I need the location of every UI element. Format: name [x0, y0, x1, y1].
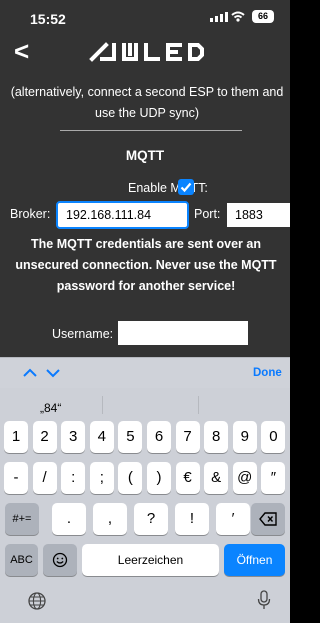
- abc-key[interactable]: ABC: [5, 544, 38, 576]
- done-button[interactable]: Done: [253, 367, 282, 379]
- punctuation-key[interactable]: ,: [93, 503, 127, 535]
- digit-key[interactable]: 4: [89, 421, 114, 453]
- symbol-key[interactable]: /: [32, 462, 57, 494]
- chevron-up-icon[interactable]: [21, 364, 39, 382]
- port-input[interactable]: 1883: [227, 203, 290, 227]
- symbols-key[interactable]: #+=: [5, 503, 39, 535]
- enable-mqtt-label: Enable MQTT:: [128, 181, 208, 195]
- port-label: Port:: [194, 207, 221, 221]
- open-key[interactable]: Öffnen: [224, 544, 285, 576]
- symbol-key[interactable]: -: [4, 462, 28, 494]
- broker-input[interactable]: 192.168.111.84: [56, 201, 189, 229]
- emoji-icon: [52, 552, 68, 568]
- signal-icon: [210, 12, 228, 22]
- status-time: 15:52: [30, 11, 66, 27]
- checkmark-icon: [180, 182, 192, 193]
- back-button[interactable]: <: [14, 38, 29, 64]
- keyboard: „84“ 1234567890 - /:;() € & @ ″ #+= .,?! ′ ABC…: [0, 388, 290, 623]
- keyboard-accessory-bar: Done: [0, 357, 290, 389]
- status-bar: 15:52 66: [0, 0, 290, 34]
- digit-key[interactable]: 6: [147, 421, 171, 453]
- digit-key[interactable]: 7: [175, 421, 200, 453]
- battery-indicator: 66: [252, 10, 274, 23]
- broker-label: Broker:: [10, 207, 51, 221]
- username-label: Username:: [52, 327, 114, 341]
- suggestion-divider: [102, 396, 103, 414]
- mqtt-warning: The MQTT credentials are sent over an un…: [15, 237, 277, 293]
- suggestion-item[interactable]: „84“: [40, 401, 61, 415]
- digit-key[interactable]: 9: [232, 421, 257, 453]
- symbol-key[interactable]: (: [118, 462, 143, 494]
- udp-sync-note: (alternatively, connect a second ESP to …: [10, 85, 284, 120]
- digit-key[interactable]: 8: [204, 421, 229, 453]
- settings-content: (alternatively, connect a second ESP to …: [0, 68, 290, 357]
- space-key[interactable]: Leerzeichen: [82, 544, 219, 576]
- symbol-key[interactable]: ″: [261, 462, 286, 494]
- digit-key[interactable]: 0: [261, 421, 286, 453]
- globe-icon[interactable]: [27, 591, 47, 611]
- app-header: <: [0, 34, 290, 68]
- section-title-mqtt: MQTT: [125, 148, 165, 163]
- section-divider: [60, 130, 242, 131]
- punctuation-key[interactable]: .: [52, 503, 86, 535]
- chevron-down-icon[interactable]: [44, 364, 62, 382]
- suggestion-divider: [198, 396, 199, 414]
- microphone-icon[interactable]: [257, 590, 271, 610]
- digit-key[interactable]: 1: [4, 421, 28, 453]
- emoji-key[interactable]: [43, 544, 77, 576]
- symbol-key[interactable]: :: [61, 462, 86, 494]
- digit-key[interactable]: 2: [32, 421, 57, 453]
- backspace-icon: [259, 512, 277, 526]
- punctuation-key[interactable]: ′: [216, 503, 250, 535]
- digit-key[interactable]: 3: [61, 421, 86, 453]
- wifi-icon: [231, 11, 245, 22]
- punctuation-key[interactable]: ?: [134, 503, 168, 535]
- symbol-key[interactable]: @: [232, 462, 257, 494]
- symbol-key[interactable]: &: [204, 462, 229, 494]
- enable-mqtt-checkbox[interactable]: [178, 179, 194, 195]
- symbol-key[interactable]: ;: [89, 462, 114, 494]
- wled-logo: [89, 42, 204, 62]
- digit-key[interactable]: 5: [118, 421, 143, 453]
- symbol-key[interactable]: €: [175, 462, 200, 494]
- backspace-key[interactable]: [251, 503, 285, 535]
- punctuation-key[interactable]: !: [175, 503, 209, 535]
- symbol-key[interactable]: ): [147, 462, 171, 494]
- username-input[interactable]: [118, 321, 248, 345]
